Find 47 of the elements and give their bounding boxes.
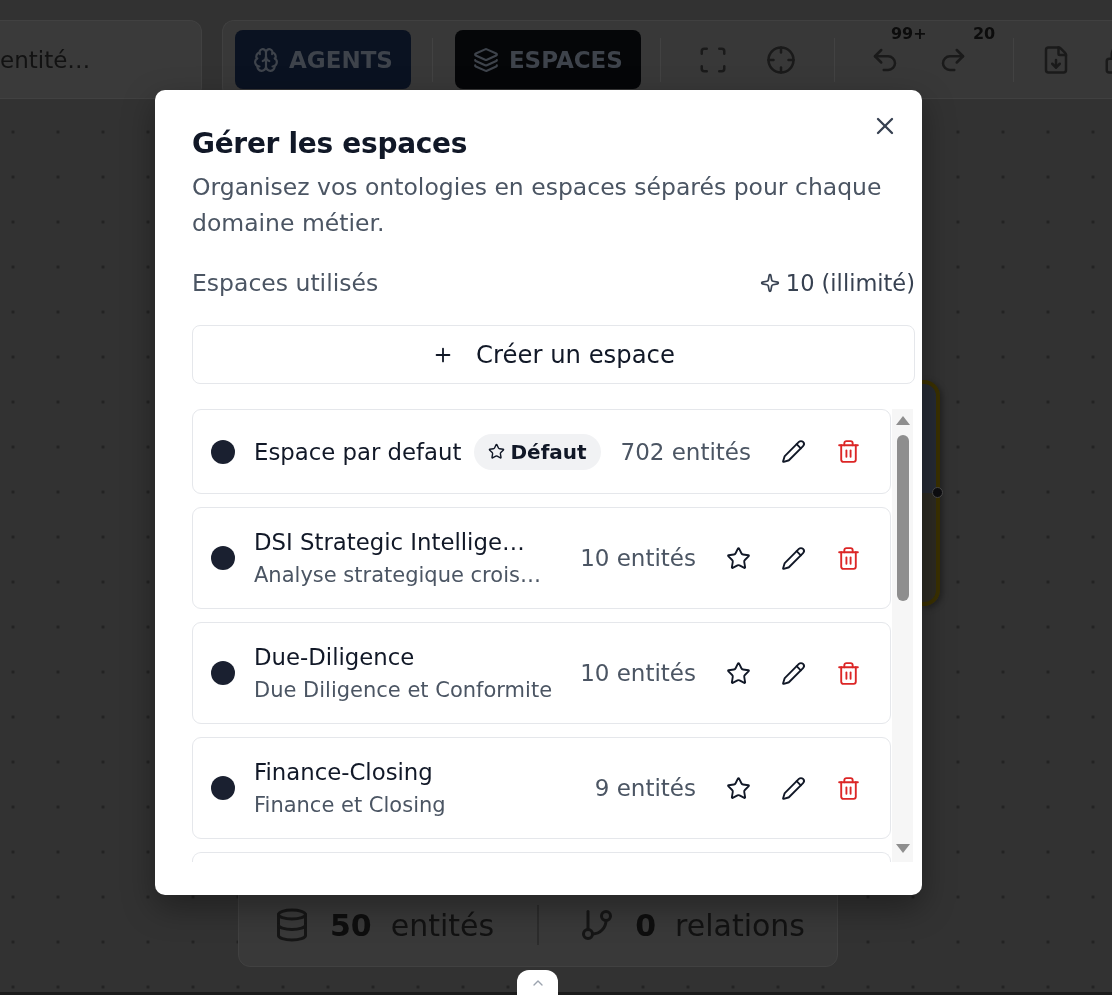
entity-count: 702 entités	[620, 438, 751, 465]
space-name: Due-Diligence	[254, 643, 415, 672]
dialog-title: Gérer les espaces	[192, 126, 469, 162]
trash-icon[interactable]	[835, 439, 861, 464]
pencil-icon[interactable]	[780, 775, 806, 801]
scroll-up-arrow-icon[interactable]	[895, 416, 910, 425]
entity-count: 9 entités	[594, 775, 696, 801]
trash-icon[interactable]	[835, 775, 861, 801]
star-icon[interactable]	[725, 660, 751, 686]
brain-icon	[253, 46, 279, 73]
layers-icon	[472, 46, 499, 73]
space-description: Finance et Closing	[254, 792, 447, 819]
space-dot-icon	[211, 661, 235, 685]
trash-icon[interactable]	[835, 545, 861, 571]
trash-icon[interactable]	[835, 660, 861, 686]
space-card[interactable]: DSI Strategic Intellige… Analyse strategique crois… 10 entités	[192, 507, 891, 609]
scrollbar[interactable]	[892, 409, 913, 862]
space-name: Espace par defaut	[254, 437, 462, 467]
create-space-button[interactable]: Créer un espace	[192, 325, 915, 384]
space-name: DSI Strategic Intellige…	[254, 528, 525, 557]
sparkle-icon	[759, 273, 780, 293]
scroll-down-arrow-icon[interactable]	[895, 844, 910, 853]
pencil-icon[interactable]	[780, 545, 806, 571]
space-dot-icon	[211, 776, 235, 800]
space-dot-icon	[211, 439, 235, 464]
space-description: Analyse strategique crois…	[254, 562, 542, 589]
space-card[interactable]: Espace par defaut Défaut 702 entités	[192, 409, 891, 494]
dialog-description: Organisez vos ontologies en espaces séparés pour chaque domaine métier.	[192, 172, 883, 239]
usage-value: 10 (illimité)	[785, 269, 915, 298]
star-icon	[488, 443, 506, 460]
panel-toggle-tab[interactable]	[517, 970, 558, 995]
star-icon[interactable]	[725, 775, 751, 801]
entity-count: 10 entités	[580, 660, 696, 686]
pencil-icon[interactable]	[780, 660, 806, 686]
entity-count: 10 entités	[580, 545, 696, 571]
graph-node[interactable]	[922, 380, 940, 606]
usage-label: Espaces utilisés	[192, 268, 379, 299]
space-card[interactable]: Due-Diligence Due Diligence et Conformite 10 entités	[192, 622, 891, 724]
space-name: Finance-Closing	[254, 758, 433, 787]
space-description: Due Diligence et Conformite	[254, 677, 554, 704]
space-dot-icon	[211, 546, 235, 570]
star-icon[interactable]	[725, 545, 751, 571]
default-badge: Défaut	[474, 433, 601, 470]
pencil-icon[interactable]	[780, 439, 806, 464]
space-card[interactable]: Finance-Closing Finance et Closing 9 entités	[192, 737, 891, 839]
scroll-thumb[interactable]	[896, 435, 909, 601]
database-icon	[274, 907, 310, 943]
